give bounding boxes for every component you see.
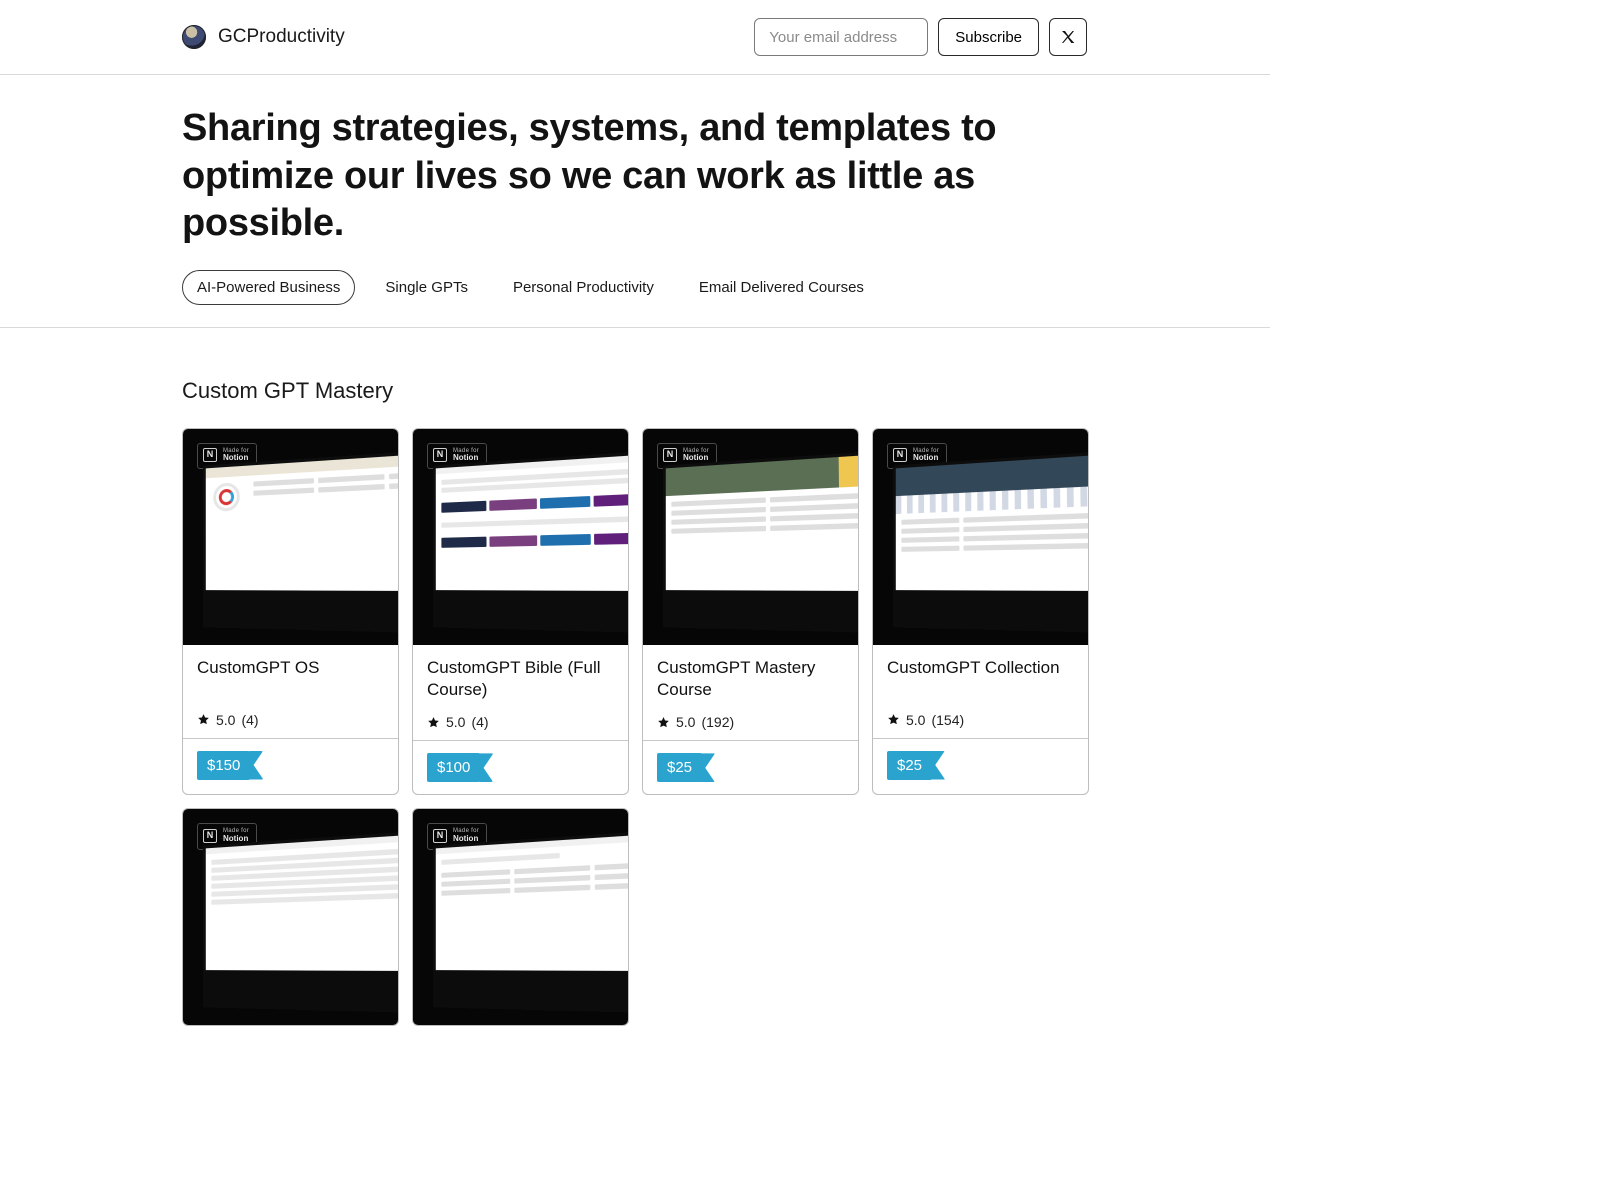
product-card[interactable]: Made forNotion	[412, 808, 629, 1026]
product-thumbnail: Made forNotion	[873, 429, 1088, 645]
avatar	[182, 25, 206, 49]
price-badge: $100	[427, 753, 480, 782]
product-card[interactable]: Made forNotion CustomGPT Collection 5.0 (15…	[872, 428, 1089, 796]
star-icon	[887, 713, 900, 726]
brand[interactable]: GCProductivity	[182, 25, 345, 49]
product-title: CustomGPT Collection	[887, 657, 1074, 680]
tab-email-delivered-courses[interactable]: Email Delivered Courses	[684, 270, 879, 305]
rating-count: (192)	[701, 714, 734, 730]
brand-name: GCProductivity	[218, 26, 345, 48]
tab-single-gpts[interactable]: Single GPTs	[370, 270, 483, 305]
rating-value: 5.0	[446, 714, 465, 730]
category-tabs: AI-Powered Business Single GPTs Personal P…	[182, 270, 1087, 305]
star-icon	[427, 716, 440, 729]
hero: Sharing strategies, systems, and templat…	[0, 75, 1270, 328]
product-title: CustomGPT Mastery Course	[657, 657, 844, 703]
x-icon	[1060, 29, 1076, 45]
price-badge: $150	[197, 751, 250, 780]
product-rating: 5.0 (192)	[657, 714, 844, 730]
rating-count: (4)	[241, 712, 258, 728]
product-card[interactable]: Made forNotion	[182, 808, 399, 1026]
tab-ai-powered-business[interactable]: AI-Powered Business	[182, 270, 355, 305]
product-rating: 5.0 (154)	[887, 712, 1074, 728]
hero-title: Sharing strategies, systems, and templat…	[182, 105, 1087, 248]
product-grid: Made forNotionCustomGPT OS5.0(4)$150Made…	[182, 428, 1087, 1027]
product-rating: 5.0 (4)	[197, 712, 384, 728]
product-title: CustomGPT Bible (Full Course)	[427, 657, 614, 703]
rating-value: 5.0	[676, 714, 695, 730]
product-card[interactable]: Made forNotion CustomGPT OS 5.0 (4) $150	[182, 428, 399, 796]
rating-value: 5.0	[906, 712, 925, 728]
price-badge: $25	[657, 753, 702, 782]
product-thumbnail: Made forNotion	[413, 429, 628, 645]
rating-count: (154)	[931, 712, 964, 728]
product-card[interactable]: Made forNotion CustomGPT Bible (Full Cour…	[412, 428, 629, 796]
tab-personal-productivity[interactable]: Personal Productivity	[498, 270, 669, 305]
star-icon	[197, 713, 210, 726]
product-rating: 5.0 (4)	[427, 714, 614, 730]
section-title: Custom GPT Mastery	[182, 378, 1087, 404]
product-thumbnail: Made forNotion	[643, 429, 858, 645]
product-card[interactable]: Made forNotion CustomGPT Mastery Course 5.…	[642, 428, 859, 796]
rating-value: 5.0	[216, 712, 235, 728]
x-social-button[interactable]	[1049, 18, 1087, 56]
product-thumbnail: Made forNotion	[183, 429, 398, 645]
rating-count: (4)	[471, 714, 488, 730]
product-title: CustomGPT OS	[197, 657, 384, 680]
products-section: Custom GPT Mastery Made forNotion CustomG…	[0, 328, 1270, 1067]
product-thumbnail: Made forNotion	[183, 809, 398, 1025]
site-header: GCProductivity Subscribe	[0, 0, 1270, 75]
product-thumbnail: Made forNotion	[413, 809, 628, 1025]
star-icon	[657, 716, 670, 729]
price-badge: $25	[887, 751, 932, 780]
subscribe-button[interactable]: Subscribe	[938, 18, 1039, 56]
email-field[interactable]	[754, 18, 928, 56]
